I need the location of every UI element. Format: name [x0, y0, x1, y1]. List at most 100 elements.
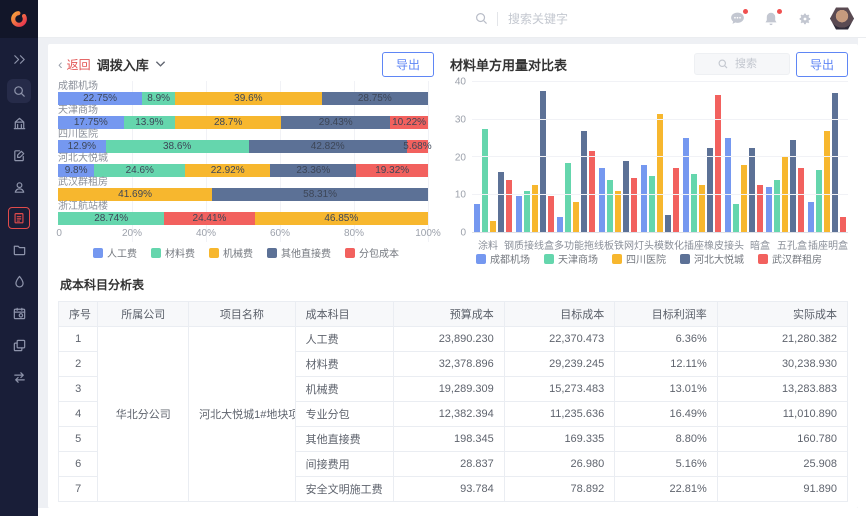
bar-segment[interactable]: 17.75% [58, 116, 124, 129]
bar[interactable] [657, 114, 663, 232]
bar-segment[interactable]: 29.43% [281, 116, 390, 129]
bar-segment[interactable]: 28.75% [322, 92, 428, 105]
bar[interactable] [573, 202, 579, 232]
bar[interactable] [824, 131, 830, 232]
legend-item[interactable]: 天津商场 [544, 251, 598, 266]
export-button[interactable]: 导出 [382, 52, 434, 77]
bar[interactable] [757, 185, 763, 232]
bar-segment[interactable]: 24.41% [164, 212, 254, 225]
bar-segment[interactable]: 9.8% [58, 164, 94, 177]
sidebar-item-drop[interactable] [7, 269, 31, 293]
bar-segment[interactable]: 22.92% [185, 164, 270, 177]
sidebar-item-search[interactable] [7, 79, 31, 103]
panel-title[interactable]: 调拨入库 [97, 55, 149, 74]
bar[interactable] [557, 217, 563, 232]
bar[interactable] [641, 165, 647, 233]
bar-segment[interactable]: 58.31% [212, 188, 428, 201]
settings-button[interactable] [796, 10, 814, 28]
panel-search-input[interactable] [733, 57, 767, 71]
bar-segment[interactable]: 41.69% [58, 188, 212, 201]
bar[interactable] [832, 93, 838, 232]
legend-item[interactable]: 材料费 [151, 245, 195, 260]
chevron-down-icon[interactable] [155, 55, 166, 73]
horizontal-scrollbar-track[interactable] [38, 508, 866, 516]
bar-segment[interactable]: 19.32% [356, 164, 427, 177]
bar[interactable] [589, 151, 595, 232]
bar-segment[interactable]: 24.6% [94, 164, 185, 177]
bar-segment[interactable]: 42.82% [249, 140, 407, 153]
bar[interactable] [490, 221, 496, 232]
bar[interactable] [782, 157, 788, 232]
bar[interactable] [524, 191, 530, 232]
bar-segment[interactable]: 10.22% [390, 116, 428, 129]
bar[interactable] [649, 176, 655, 232]
bar[interactable] [840, 217, 846, 232]
bar-segment[interactable]: 12.9% [58, 140, 106, 153]
bar[interactable] [540, 91, 546, 232]
bar-segment[interactable]: 13.9% [124, 116, 175, 129]
bar[interactable] [733, 204, 739, 232]
bar-segment[interactable]: 5.68% [407, 140, 428, 153]
bar[interactable] [691, 174, 697, 232]
bar[interactable] [615, 191, 621, 232]
bar[interactable] [474, 204, 480, 232]
bar[interactable] [607, 180, 613, 233]
bar[interactable] [798, 168, 804, 232]
bar[interactable] [581, 131, 587, 232]
bar[interactable] [506, 180, 512, 233]
legend-item[interactable]: 武汉群租房 [758, 251, 822, 266]
bar-segment[interactable]: 38.6% [106, 140, 249, 153]
bar[interactable] [707, 148, 713, 232]
bar-segment[interactable]: 22.75% [58, 92, 142, 105]
bar[interactable] [741, 165, 747, 233]
bar-segment[interactable]: 46.85% [255, 212, 428, 225]
header-search-input[interactable] [506, 11, 616, 27]
bar[interactable] [683, 138, 689, 232]
bar[interactable] [749, 148, 755, 232]
bar[interactable] [790, 140, 796, 232]
bar[interactable] [565, 163, 571, 232]
sidebar-item-schedule[interactable] [7, 301, 31, 325]
bar[interactable] [482, 129, 488, 232]
bar[interactable] [532, 185, 538, 232]
sidebar-item-document[interactable] [7, 143, 31, 167]
sidebar-item-transfer[interactable] [7, 365, 31, 389]
bar[interactable] [774, 180, 780, 233]
bar-segment[interactable]: 8.9% [142, 92, 175, 105]
legend-item[interactable]: 河北大悦城 [680, 251, 744, 266]
bar[interactable] [599, 168, 605, 232]
bar[interactable] [631, 178, 637, 232]
sidebar-expand-button[interactable] [7, 47, 31, 71]
bar[interactable] [498, 172, 504, 232]
bar[interactable] [816, 170, 822, 232]
bar-segment[interactable]: 28.74% [58, 212, 164, 225]
app-logo[interactable] [0, 0, 38, 38]
bar[interactable] [548, 196, 554, 232]
messages-button[interactable] [728, 10, 746, 28]
bar[interactable] [623, 161, 629, 232]
bar[interactable] [516, 196, 522, 232]
bar[interactable] [665, 215, 671, 232]
legend-item[interactable]: 四川医院 [612, 251, 666, 266]
notifications-button[interactable] [762, 10, 780, 28]
bar[interactable] [725, 138, 731, 232]
bar[interactable] [673, 168, 679, 232]
sidebar-item-materials[interactable] [8, 207, 30, 229]
sidebar-item-user[interactable] [7, 175, 31, 199]
legend-item[interactable]: 机械费 [209, 245, 253, 260]
legend-item[interactable]: 成都机场 [476, 251, 530, 266]
bar-segment[interactable]: 28.7% [175, 116, 281, 129]
export-button[interactable]: 导出 [796, 52, 848, 77]
sidebar-item-copy[interactable] [7, 333, 31, 357]
sidebar-item-company[interactable] [7, 111, 31, 135]
legend-item[interactable]: 分包成本 [345, 245, 399, 260]
bar[interactable] [699, 185, 705, 232]
legend-item[interactable]: 人工费 [93, 245, 137, 260]
vertical-scrollbar-track[interactable] [858, 38, 866, 516]
bar-segment[interactable]: 23.36% [270, 164, 356, 177]
bar-segment[interactable]: 39.6% [175, 92, 322, 105]
user-avatar[interactable] [830, 7, 854, 31]
back-link[interactable]: ‹ 返回 [58, 56, 91, 73]
legend-item[interactable]: 其他直接费 [267, 245, 331, 260]
bar[interactable] [808, 202, 814, 232]
